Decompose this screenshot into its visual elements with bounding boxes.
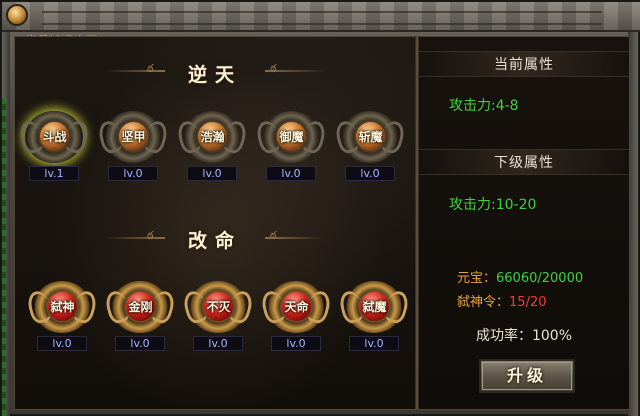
skill-orb-icon: 弑神 (46, 290, 79, 323)
skill-level: lv.1 (29, 166, 79, 181)
section-title-nitian: 逆天 (187, 64, 242, 86)
skill-orb-icon: 斗战 (38, 120, 71, 153)
corner-gem-icon (6, 4, 28, 26)
skill-node-yumo[interactable]: 御魔 lv.0 (258, 111, 324, 187)
skill-level: lv.0 (345, 166, 395, 181)
token-cost: 弑神令：15/20 (457, 291, 546, 310)
skill-orb-icon: 不灭 (202, 290, 235, 323)
token-required: /20 (525, 295, 547, 310)
skill-orb-icon: 斩魔 (354, 120, 387, 153)
title-ornament-right (265, 70, 325, 72)
skill-level: lv.0 (37, 336, 87, 351)
skill-level: lv.0 (271, 336, 321, 351)
skill-orb-icon: 御魔 (275, 120, 308, 153)
success-rate: 成功率：100% (475, 328, 573, 344)
skill-level: lv.0 (108, 166, 158, 181)
skill-orb-icon: 坚甲 (117, 120, 150, 153)
skill-node-bumie[interactable]: 不灭 lv.0 (185, 281, 251, 357)
skill-level: lv.0 (266, 166, 316, 181)
title-ornament-right (265, 237, 325, 239)
side-decor (2, 98, 6, 416)
yuanbao-value: 66060/20000 (496, 271, 584, 286)
current-attack: 攻击力:4-8 (449, 98, 519, 114)
skill-orb-icon: 浩瀚 (196, 120, 229, 153)
main-panel: ఠ 逆天 ఠ 斗战 lv.1 坚甲 lv.0 浩瀚 lv.0 御魔 lv.0 斩… (14, 36, 630, 410)
token-label: 弑神令： (457, 295, 510, 310)
skill-node-tianming[interactable]: 天命 lv.0 (263, 281, 329, 357)
skill-level: lv.0 (193, 336, 243, 351)
next-attack: 攻击力:10-20 (449, 197, 537, 213)
skill-orb-icon: 天命 (280, 290, 313, 323)
section-title-gaiming: 改命 (187, 230, 242, 252)
attribute-panel: 当前属性 攻击力:4-8 下级属性 攻击力:10-20 元宝：66060/200… (419, 37, 629, 409)
upgrade-button[interactable]: 升级 (479, 359, 575, 393)
skill-orb-icon: 弑魔 (358, 290, 391, 323)
skill-node-shishen[interactable]: 弑神 lv.0 (29, 281, 95, 357)
next-attr-header: 下级属性 (419, 149, 629, 175)
skill-node-haohan[interactable]: 浩瀚 lv.0 (179, 111, 245, 187)
skill-orb-icon: 金刚 (124, 290, 157, 323)
skill-level: lv.0 (115, 336, 165, 351)
skill-node-douzhan[interactable]: 斗战 lv.1 (21, 111, 87, 187)
skill-node-zhanmo[interactable]: 斩魔 lv.0 (337, 111, 403, 187)
current-attr-header: 当前属性 (419, 51, 629, 77)
frame-top-border (2, 2, 640, 32)
yuanbao-cost: 元宝：66060/20000 (457, 267, 583, 286)
skill-node-jingang[interactable]: 金刚 lv.0 (107, 281, 173, 357)
skill-node-jianjia[interactable]: 坚甲 lv.0 (100, 111, 166, 187)
skill-node-shimo[interactable]: 弑魔 lv.0 (341, 281, 407, 357)
skill-level: lv.0 (349, 336, 399, 351)
skill-panel: ఠ 逆天 ఠ 斗战 lv.1 坚甲 lv.0 浩瀚 lv.0 御魔 lv.0 斩… (15, 37, 415, 409)
skill-level: lv.0 (187, 166, 237, 181)
token-have: 15 (509, 295, 526, 310)
yuanbao-label: 元宝： (457, 271, 497, 286)
